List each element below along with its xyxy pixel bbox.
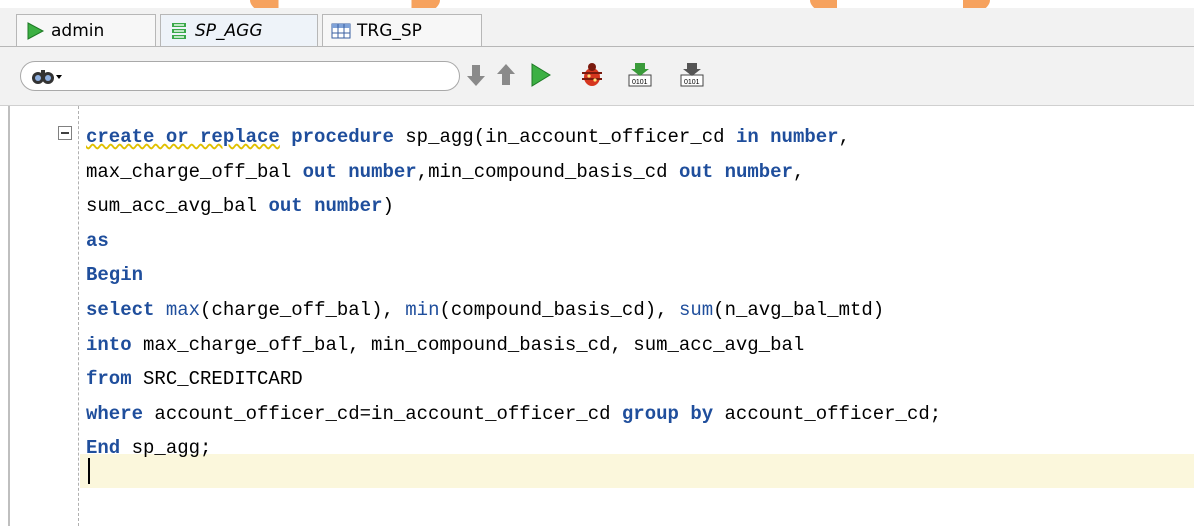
svg-text:0101: 0101	[632, 79, 648, 86]
tab-label: SP_AGG	[195, 20, 263, 41]
editor-border	[8, 106, 10, 526]
code-keyword: number	[348, 160, 417, 183]
code-keyword: number	[314, 195, 383, 218]
code-keyword: group by	[621, 402, 714, 425]
code-token: ,	[838, 126, 850, 148]
arrow-up-icon[interactable]	[492, 61, 520, 89]
code-token: (n_avg_bal_mtd)	[713, 298, 885, 321]
code-keyword: from	[86, 368, 132, 391]
code-line[interactable]: create or replace procedure sp_agg(in_ac…	[86, 120, 941, 155]
tab-trg-sp[interactable]: TRG_SP	[322, 14, 482, 46]
code-keyword: End	[86, 437, 121, 460]
code-keyword: Begin	[86, 264, 144, 287]
debug-bug-icon[interactable]	[578, 61, 606, 89]
arrow-down-icon[interactable]	[462, 61, 490, 89]
code-keyword: procedure	[291, 126, 394, 148]
code-line[interactable]: from SRC_CREDITCARD	[86, 362, 941, 397]
code-keyword: number	[724, 160, 793, 183]
code-line[interactable]: sum_acc_avg_bal out number)	[86, 189, 941, 224]
code-token: ,	[792, 160, 805, 183]
tab-admin[interactable]: admin	[16, 14, 156, 46]
code-keyword: where	[86, 402, 144, 425]
code-line[interactable]: into max_charge_off_bal, min_compound_ba…	[86, 328, 941, 363]
code-keyword: in	[735, 126, 759, 148]
tab-label: admin	[51, 20, 105, 41]
tab-sp-agg[interactable]: SP_AGG	[160, 14, 318, 46]
code-keyword: into	[86, 333, 132, 356]
code-token: sum_acc_avg_bal	[86, 195, 269, 218]
code-keyword: as	[86, 229, 109, 252]
table-grid-icon	[331, 21, 351, 41]
code-line[interactable]: max_charge_off_bal out number,min_compou…	[86, 155, 941, 190]
code-token: ,min_compound_basis_cd	[416, 160, 679, 183]
code-line[interactable]: Begin	[86, 258, 941, 293]
code-keyword: out	[302, 160, 337, 183]
code-token: SRC_CREDITCARD	[131, 368, 303, 391]
code-token: sp_agg(in_account_officer_cd	[393, 126, 736, 148]
code-token: (compound_basis_cd),	[439, 298, 679, 321]
code-keyword: sum	[678, 298, 714, 321]
code-token: sp_agg;	[120, 437, 212, 460]
code-keyword: min	[405, 298, 440, 321]
editor-toolbar: 0101 0101	[0, 47, 1194, 106]
compile-debug-icon[interactable]: 0101	[678, 61, 706, 89]
fold-collapse-icon[interactable]	[58, 126, 72, 140]
code-keyword: max	[165, 298, 201, 321]
code-token: (charge_off_bal),	[200, 298, 406, 321]
code-token: max_charge_off_bal	[86, 160, 303, 183]
code-keyword: out	[678, 160, 714, 183]
binoculars-icon[interactable]	[31, 66, 65, 86]
svg-text:0101: 0101	[684, 79, 700, 86]
code-token: account_officer_cd=in_account_officer_cd	[143, 402, 622, 425]
editor-tab-bar: admin SP_AGG TRG_SP	[0, 8, 1194, 47]
code-keyword: number	[770, 126, 839, 148]
code-token: )	[382, 195, 394, 218]
gutter-divider	[78, 106, 79, 526]
code-line[interactable]: as	[86, 224, 941, 259]
code-text[interactable]: create or replace procedure sp_agg(in_ac…	[86, 120, 941, 466]
run-triangle-icon	[25, 21, 45, 41]
code-editor[interactable]: create or replace procedure sp_agg(in_ac…	[0, 106, 1194, 526]
code-keyword: out	[268, 195, 303, 218]
code-token: account_officer_cd;	[713, 402, 942, 425]
procedure-icon	[169, 21, 189, 41]
code-line[interactable]: End sp_agg;	[86, 431, 941, 466]
compile-icon[interactable]: 0101	[626, 61, 654, 89]
run-icon[interactable]	[526, 61, 554, 89]
tab-label: TRG_SP	[357, 20, 422, 41]
search-input[interactable]	[20, 61, 460, 91]
code-token: max_charge_off_bal, min_compound_basis_c…	[131, 333, 805, 356]
code-keyword: select	[86, 298, 155, 321]
code-line[interactable]: select max(charge_off_bal), min(compound…	[86, 293, 941, 328]
code-keyword: create or replace	[86, 126, 280, 148]
code-line[interactable]: where account_officer_cd=in_account_offi…	[86, 397, 941, 432]
